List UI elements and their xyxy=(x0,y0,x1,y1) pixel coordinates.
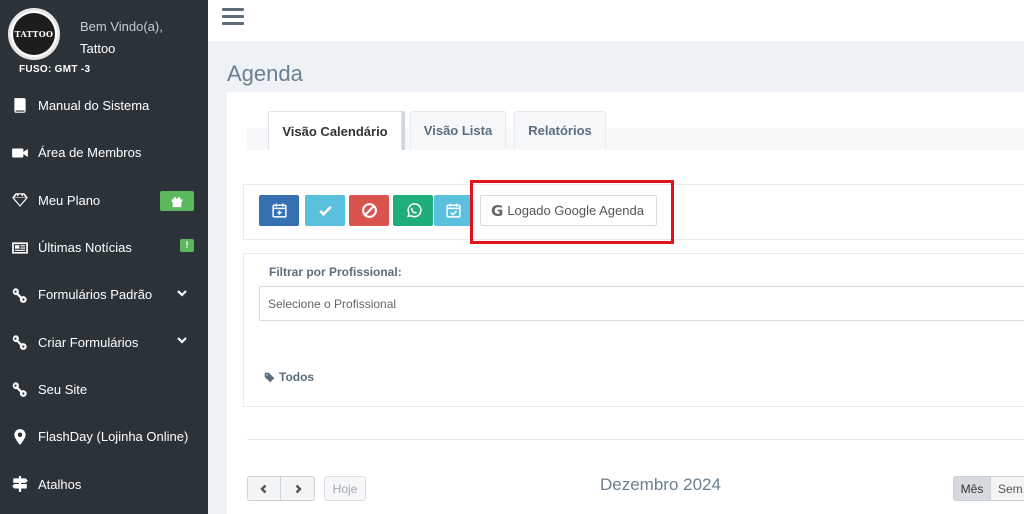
sidebar-item-site[interactable]: Seu Site xyxy=(0,366,208,413)
sidebar-item-label: Seu Site xyxy=(38,381,88,397)
link-icon xyxy=(10,286,30,304)
chevron-right-icon xyxy=(295,484,302,493)
calendar-plus-icon xyxy=(271,203,287,218)
video-camera-icon xyxy=(10,144,30,162)
schedule-check-button[interactable] xyxy=(434,195,472,226)
sidebar-item-label: Últimas Notícias xyxy=(38,240,132,256)
professional-select-placeholder: Selecione o Profissional xyxy=(268,296,397,311)
profile-area: TATTOO Bem Vindo(a), Tattoo FUSO: GMT -3 xyxy=(0,0,208,86)
tab-list-view[interactable]: Visão Lista xyxy=(410,111,506,149)
sidebar-item-create-forms[interactable]: Criar Formulários xyxy=(0,318,208,365)
sidebar-item-label: Atalhos xyxy=(38,476,82,492)
book-icon xyxy=(10,97,30,115)
sidebar-item-label: Manual do Sistema xyxy=(38,98,150,114)
page-title: Agenda xyxy=(227,61,303,86)
whatsapp-button[interactable] xyxy=(393,195,433,226)
week-view-button[interactable]: Sem. xyxy=(991,476,1024,501)
calendar-check-icon xyxy=(445,203,461,218)
sidebar-item-label: FlashDay (Lojinha Online) xyxy=(38,429,189,445)
gift-icon xyxy=(171,196,183,207)
whatsapp-icon xyxy=(406,203,422,218)
next-month-button[interactable] xyxy=(281,476,315,501)
signpost-icon xyxy=(10,475,30,493)
month-view-button[interactable]: Mês xyxy=(953,476,991,501)
highlight-annotation-box xyxy=(470,180,674,244)
professional-select[interactable]: Selecione o Profissional xyxy=(259,286,1024,321)
chevron-down-icon xyxy=(176,287,188,299)
company-logo: TATTOO xyxy=(8,8,60,60)
tag-all-label: Todos xyxy=(279,370,315,384)
sidebar-menu: Manual do Sistema Área de Membros Meu Pl… xyxy=(0,82,208,508)
timezone-label: FUSO: GMT -3 xyxy=(19,64,91,75)
calendar-month-title: Dezembro 2024 xyxy=(600,475,721,494)
sidebar-item-manual[interactable]: Manual do Sistema xyxy=(0,82,208,129)
username: Tattoo xyxy=(80,41,116,56)
prev-month-button[interactable] xyxy=(247,476,281,501)
today-button[interactable]: Hoje xyxy=(324,476,366,501)
sidebar-item-flashday[interactable]: FlashDay (Lojinha Online) xyxy=(0,413,208,460)
sidebar-item-label: Formulários Padrão xyxy=(38,287,153,303)
link-icon xyxy=(10,333,30,351)
top-bar xyxy=(208,0,1024,43)
confirm-button[interactable] xyxy=(305,195,345,226)
ban-icon xyxy=(361,203,377,218)
chevron-left-icon xyxy=(260,484,267,493)
sidebar-item-plan[interactable]: Meu Plano xyxy=(0,177,208,224)
calendar-nav-group xyxy=(247,476,315,501)
logo-text: TATTOO xyxy=(13,13,55,55)
add-event-button[interactable] xyxy=(259,195,299,226)
sidebar-item-standard-forms[interactable]: Formulários Padrão xyxy=(0,271,208,318)
sidebar-item-label: Criar Formulários xyxy=(38,334,139,350)
newspaper-icon xyxy=(10,239,30,257)
sidebar-item-news[interactable]: Últimas Notícias ! xyxy=(0,224,208,271)
tab-reports[interactable]: Relatórios xyxy=(514,111,606,149)
tab-calendar-view[interactable]: Visão Calendário xyxy=(268,111,402,150)
gift-badge[interactable] xyxy=(160,190,194,211)
cancel-button[interactable] xyxy=(349,195,389,226)
news-badge: ! xyxy=(180,238,194,252)
sidebar-item-shortcuts[interactable]: Atalhos xyxy=(0,460,208,507)
sidebar: TATTOO Bem Vindo(a), Tattoo FUSO: GMT -3… xyxy=(0,0,208,514)
calendar-view-group: Mês Sem. xyxy=(953,476,1024,501)
diamond-icon xyxy=(10,191,30,209)
welcome-text: Bem Vindo(a), xyxy=(80,19,163,34)
map-marker-icon xyxy=(10,428,30,446)
filter-panel: Filtrar por Profissional: Selecione o Pr… xyxy=(243,253,1024,407)
sidebar-item-members[interactable]: Área de Membros xyxy=(0,129,208,176)
sidebar-item-label: Área de Membros xyxy=(38,145,142,161)
filter-label: Filtrar por Profissional: xyxy=(269,265,402,279)
section-divider xyxy=(247,439,1024,440)
tag-icon xyxy=(264,372,275,382)
tag-filter-all[interactable]: Todos xyxy=(264,370,314,384)
chevron-down-icon xyxy=(176,334,188,346)
link-icon xyxy=(10,380,30,398)
check-icon xyxy=(318,205,332,217)
agenda-panel: Visão Calendário Visão Lista Relatórios … xyxy=(227,92,1024,514)
sidebar-item-label: Meu Plano xyxy=(38,192,101,208)
hamburger-icon[interactable] xyxy=(222,8,244,26)
